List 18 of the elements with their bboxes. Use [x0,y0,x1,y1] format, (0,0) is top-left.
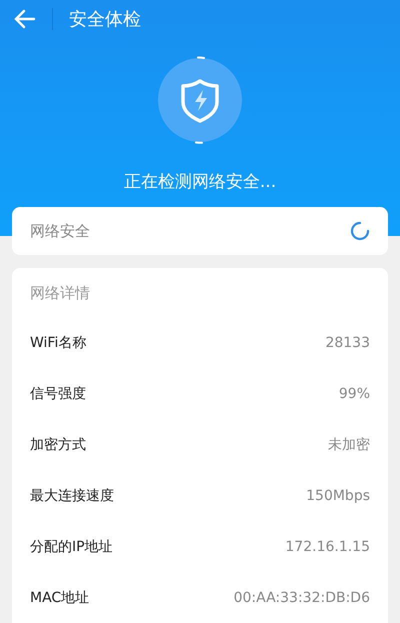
detail-label: MAC地址 [30,588,90,606]
detail-value: 172.16.1.15 [285,538,370,554]
page-title: 安全体检 [69,8,141,31]
detail-value: 150Mbps [306,488,370,504]
detail-label: 最大连接速度 [30,486,114,504]
detail-value: 99% [338,386,370,402]
security-label: 网络安全 [30,222,90,240]
detail-value: 00:AA:33:32:DB:D6 [234,590,370,606]
detail-label: 信号强度 [30,384,86,402]
detail-label: 分配的IP地址 [30,538,113,556]
loading-spinner-icon [350,221,370,241]
detail-value: 未加密 [328,436,370,454]
back-icon[interactable] [14,9,36,29]
detail-label: 加密方式 [30,436,86,454]
detail-label: WiFi名称 [30,334,86,352]
scan-status: 正在检测网络安全... [122,171,278,193]
details-title: 网络详情 [30,283,91,304]
detail-value: 28133 [325,334,370,350]
